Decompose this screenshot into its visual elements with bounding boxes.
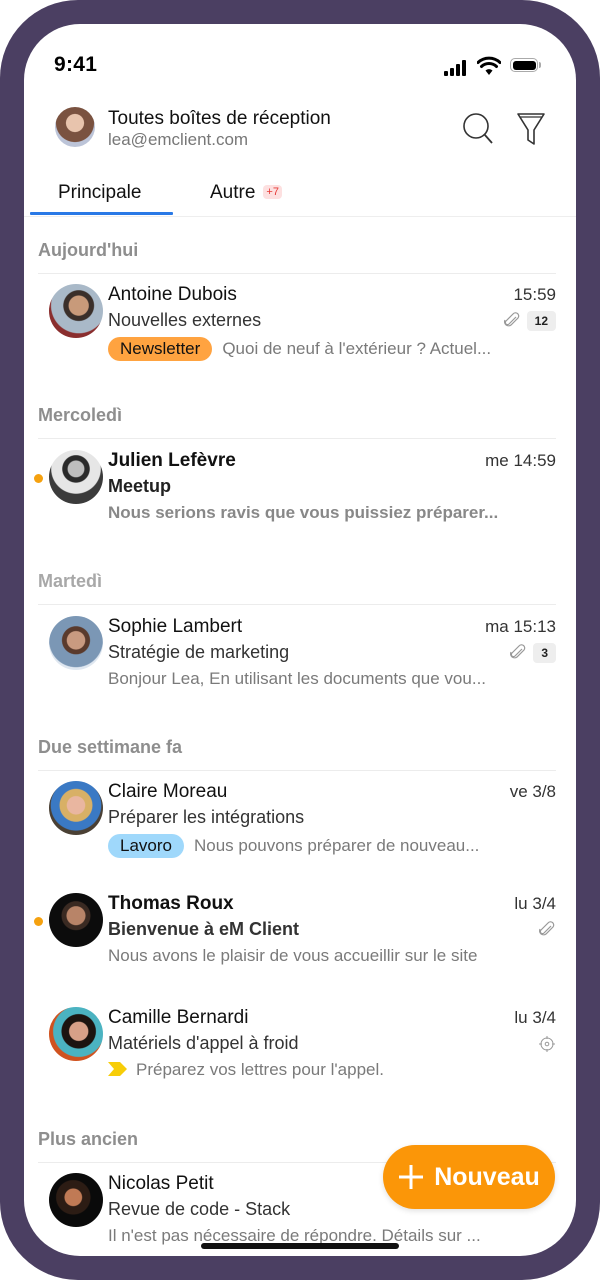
filter-icon[interactable]	[514, 108, 550, 148]
thread-count: 12	[526, 311, 556, 331]
tab-principale[interactable]: Principale	[58, 182, 141, 204]
sender-avatar	[49, 450, 103, 504]
paperclip-icon	[538, 921, 555, 936]
section-label: Aujourd'hui	[38, 240, 139, 260]
tab-label: Autre	[210, 182, 256, 203]
message-subject: Nouvelles externes	[108, 310, 262, 330]
message-subject: Préparer les intégrations	[108, 807, 305, 827]
battery-icon	[510, 58, 538, 72]
message-meta: 12	[503, 310, 556, 332]
message-preview: Nous avons le plaisir de vous accueillir…	[108, 946, 478, 965]
message-preview: Bonjour Lea, En utilisant les documents …	[108, 669, 487, 688]
sender-avatar	[49, 1007, 103, 1061]
inbox-title[interactable]: Toutes boîtes de réception	[108, 108, 331, 130]
message-row[interactable]: Antoine Dubois 15:59 Nouvelles externes …	[24, 284, 576, 384]
section-header: Martedì	[38, 568, 556, 605]
message-row[interactable]: Claire Moreau ve 3/8 Préparer les intégr…	[24, 781, 576, 881]
section-header: Aujourd'hui	[38, 237, 556, 274]
section-label: Due settimane fa	[38, 737, 183, 757]
message-date: ve 3/8	[509, 782, 556, 801]
section-header: Due settimane fa	[38, 734, 556, 771]
tab-autre[interactable]: Autre +7	[210, 182, 282, 204]
battery-tip	[539, 62, 541, 68]
message-date: me 14:59	[485, 451, 556, 470]
message-subject: Revue de code - Stack	[108, 1199, 291, 1219]
inbox-header: Toutes boîtes de réception lea@emclient.…	[24, 104, 576, 164]
message-preview: Lavoro Nous pouvons préparer de nouveau..…	[108, 834, 479, 858]
preview-text: Préparez vos lettres pour l'appel.	[136, 1060, 384, 1079]
paperclip-icon	[510, 644, 526, 659]
message-row[interactable]: Camille Bernardi lu 3/4 Matériels d'appe…	[24, 1007, 576, 1107]
sender-avatar	[49, 781, 103, 835]
status-bar: 9:41	[24, 24, 576, 104]
sender-avatar	[49, 616, 103, 670]
message-row[interactable]: Thomas Roux lu 3/4 Bienvenue à eM Client…	[24, 893, 576, 993]
section-label: Mercoledì	[38, 405, 123, 425]
sender-name: Julien Lefèvre	[108, 450, 236, 471]
message-meta	[538, 1033, 556, 1055]
message-date: ma 15:13	[485, 617, 556, 636]
sender-avatar	[49, 1173, 103, 1227]
tab-badge: +7	[263, 185, 282, 199]
message-subject: Bienvenue à eM Client	[108, 919, 300, 939]
message-date: lu 3/4	[514, 1008, 556, 1027]
message-meta: 3	[509, 642, 556, 664]
tag-newsletter[interactable]: Newsletter	[108, 337, 213, 361]
thread-count: 3	[533, 643, 556, 663]
sender-avatar	[49, 893, 103, 947]
message-row[interactable]: Sophie Lambert ma 15:13 Stratégie de mar…	[24, 616, 576, 716]
message-row[interactable]: Julien Lefèvre me 14:59 Meetup Nous seri…	[24, 450, 576, 550]
sender-name: Thomas Roux	[108, 893, 234, 914]
account-email: lea@emclient.com	[108, 130, 249, 149]
message-preview: Newsletter Quoi de neuf à l'extérieur ? A…	[108, 337, 491, 361]
screen: 9:41 Toutes boîtes de réception lea@emcl…	[24, 24, 576, 1256]
account-avatar[interactable]	[55, 107, 95, 147]
plus-icon	[399, 1165, 424, 1189]
message-meta	[538, 919, 556, 941]
section-label: Martedì	[38, 571, 103, 591]
home-indicator[interactable]	[201, 1243, 399, 1249]
sender-name: Claire Moreau	[108, 781, 228, 802]
message-subject: Stratégie de marketing	[108, 642, 290, 662]
flag-icon	[108, 1062, 127, 1076]
unread-dot	[34, 474, 43, 483]
new-message-button[interactable]: Nouveau	[383, 1145, 555, 1209]
section-label: Plus ancien	[38, 1129, 139, 1149]
message-subject: Meetup	[108, 476, 171, 496]
status-time: 9:41	[54, 53, 98, 76]
mailbox-tabs: Principale Autre +7	[24, 172, 576, 217]
tab-label: Principale	[58, 182, 142, 203]
preview-text: Nous pouvons préparer de nouveau...	[193, 836, 480, 855]
sender-avatar	[49, 284, 103, 338]
message-date: 15:59	[513, 285, 556, 304]
message-subject: Matériels d'appel à froid	[108, 1033, 299, 1053]
sender-name: Sophie Lambert	[108, 616, 243, 637]
section-header: Mercoledì	[38, 402, 556, 439]
signal-icon	[444, 60, 470, 76]
tag-lavoro[interactable]: Lavoro	[108, 834, 184, 858]
message-preview: Nous serions ravis que vous puissiez pré…	[108, 503, 499, 522]
message-date: lu 3/4	[514, 894, 556, 913]
sender-name: Antoine Dubois	[108, 284, 237, 305]
target-icon	[539, 1036, 555, 1052]
search-icon[interactable]	[460, 108, 496, 148]
preview-text: Quoi de neuf à l'extérieur ? Actuel...	[222, 339, 492, 358]
unread-dot	[34, 917, 43, 926]
wifi-icon	[477, 56, 501, 75]
sender-name: Nicolas Petit	[108, 1173, 214, 1194]
paperclip-icon	[503, 312, 519, 327]
message-preview: Préparez vos lettres pour l'appel.	[108, 1060, 384, 1080]
sender-name: Camille Bernardi	[108, 1007, 249, 1028]
active-tab-indicator	[30, 212, 173, 215]
new-message-label: Nouveau	[434, 1162, 540, 1191]
